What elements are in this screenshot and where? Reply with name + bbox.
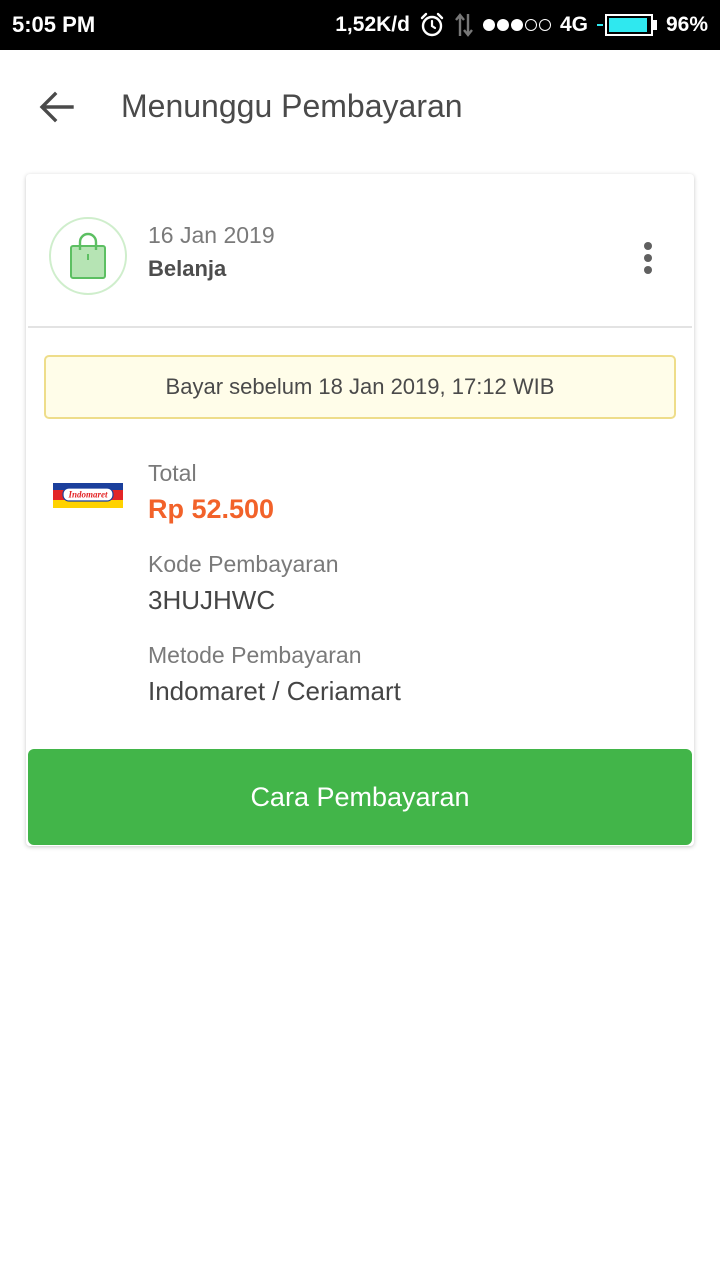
shopping-bag-icon [49, 217, 127, 295]
total-amount: Rp 52.500 [148, 494, 275, 524]
total-label: Total [148, 460, 197, 486]
alarm-icon [419, 12, 445, 38]
battery-icon [596, 14, 657, 36]
more-vertical-icon [644, 242, 652, 250]
more-options-button[interactable] [629, 236, 667, 280]
back-button[interactable] [28, 82, 84, 132]
network-speed: 1,52K/d [335, 13, 410, 36]
signal-icon [482, 19, 551, 31]
order-date: 16 Jan 2019 [148, 222, 275, 248]
payment-deadline-banner: Bayar sebelum 18 Jan 2019, 17:12 WIB [44, 355, 676, 419]
payment-code: 3HUJHWC [148, 585, 276, 615]
arrow-left-icon [39, 91, 74, 123]
app-bar: Menunggu Pembayaran [0, 50, 720, 164]
payment-method-label: Metode Pembayaran [148, 642, 362, 668]
payment-code-label: Kode Pembayaran [148, 551, 339, 577]
battery-percent: 96% [665, 13, 708, 36]
divider [28, 326, 692, 328]
page-title: Menunggu Pembayaran [121, 88, 463, 124]
payment-method: Indomaret / Ceriamart [148, 676, 401, 706]
payment-instructions-button[interactable]: Cara Pembayaran [28, 749, 692, 845]
status-time: 5:05 PM [12, 12, 96, 37]
data-transfer-icon [454, 12, 474, 38]
payment-card: 16 Jan 2019 Belanja Bayar sebelum 18 Jan… [26, 174, 694, 846]
status-bar: 5:05 PM 1,52K/d 4G 96% [0, 0, 720, 50]
network-type: 4G [559, 13, 588, 36]
status-indicators: 1,52K/d 4G 96% [335, 10, 708, 40]
indomaret-logo: Indomaret [53, 483, 123, 509]
svg-text:Indomaret: Indomaret [67, 490, 108, 500]
order-type: Belanja [148, 256, 227, 281]
